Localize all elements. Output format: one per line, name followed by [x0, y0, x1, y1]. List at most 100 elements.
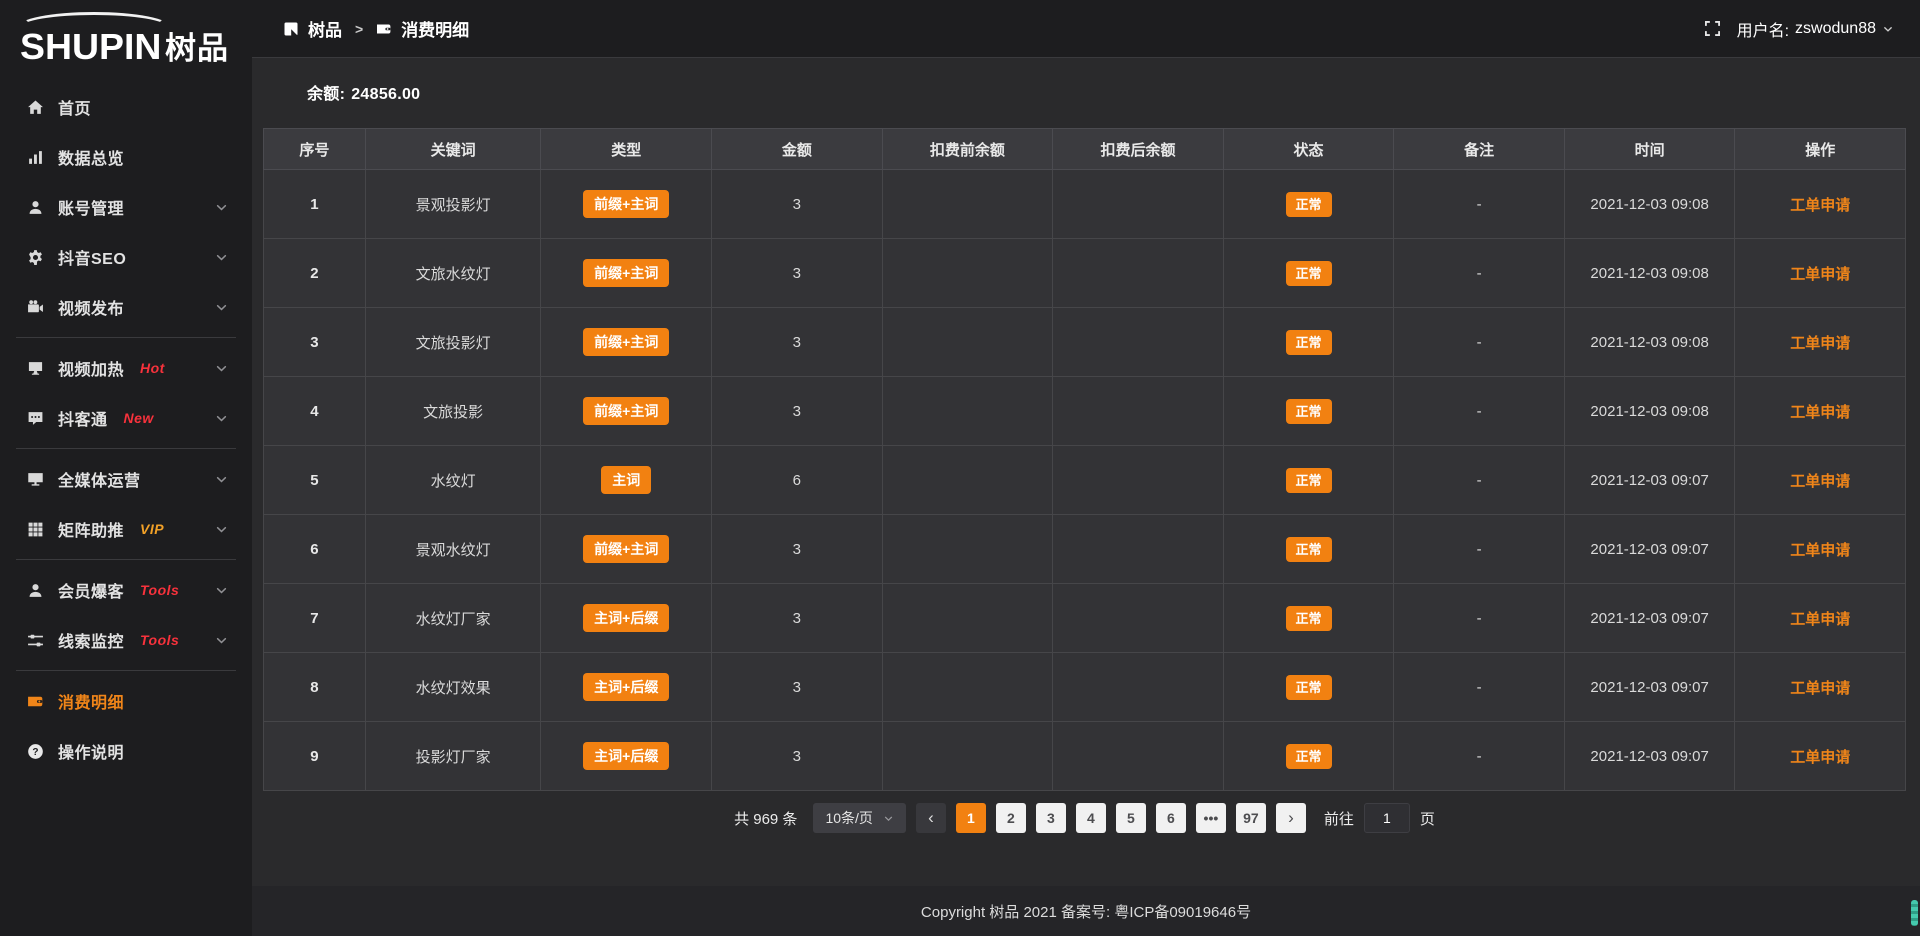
sidebar-item-label: 视频发布: [58, 295, 124, 319]
page-button-5[interactable]: 5: [1116, 803, 1146, 833]
breadcrumb-page[interactable]: 消费明细: [401, 16, 469, 41]
consumption-table: 序号关键词类型金额扣费前余额扣费后余额状态备注时间操作 1景观投影灯前缀+主词3…: [263, 128, 1906, 791]
ticket-apply-link[interactable]: 工单申请: [1790, 404, 1850, 421]
content: 余额:24856.00 序号关键词类型金额扣费前余额扣费后余额状态备注时间操作 …: [252, 58, 1920, 886]
ticket-apply-link[interactable]: 工单申请: [1790, 335, 1850, 352]
balance-after-redacted: [1053, 170, 1224, 239]
ticket-apply-link[interactable]: 工单申请: [1790, 749, 1850, 766]
time-cell: 2021-12-03 09:08: [1564, 377, 1735, 446]
sidebar-item-data-overview[interactable]: 数据总览: [0, 132, 252, 182]
page-button-97[interactable]: 97: [1236, 803, 1266, 833]
sidebar-item-member-burst[interactable]: 会员爆客 Tools: [0, 565, 252, 615]
action-cell: 工单申请: [1735, 722, 1906, 791]
row-index: 9: [264, 722, 366, 791]
sidebar-item-clue-monitor[interactable]: 线索监控Tools: [0, 615, 252, 665]
table-row: 6景观水纹灯前缀+主词3正常-2021-12-03 09:07工单申请: [264, 515, 1906, 584]
sidebar-item-douyin-seo[interactable]: 抖音SEO: [0, 232, 252, 282]
sidebar-item-account-manage[interactable]: 账号管理: [0, 182, 252, 232]
video-camera-icon: [27, 299, 46, 316]
page-button-4[interactable]: 4: [1076, 803, 1106, 833]
row-index: 3: [264, 308, 366, 377]
keyword-cell: 文旅投影灯: [365, 308, 541, 377]
footer: Copyright 树品 2021 备案号: 粤ICP备09019646号: [252, 886, 1920, 936]
ticket-apply-link[interactable]: 工单申请: [1790, 542, 1850, 559]
balance-before-redacted: [882, 446, 1053, 515]
chevron-down-icon: [215, 301, 228, 314]
sidebar-item-home[interactable]: 首页: [0, 82, 252, 132]
sidebar-item-consumption-detail[interactable]: 消费明细: [0, 676, 252, 726]
ticket-apply-link[interactable]: 工单申请: [1790, 611, 1850, 628]
main-area: 树品 > 消费明细 用户名: zswodun88 余额: 24856.00: [252, 0, 1920, 936]
page-button-1[interactable]: 1: [956, 803, 986, 833]
user-menu[interactable]: 用户名: zswodun88: [1737, 17, 1894, 41]
sidebar-item-media-operation[interactable]: 全媒体运营: [0, 454, 252, 504]
status-cell: 正常: [1223, 446, 1394, 515]
time-cell: 2021-12-03 09:07: [1564, 584, 1735, 653]
ticket-apply-link[interactable]: 工单申请: [1790, 473, 1850, 490]
status-badge: 正常: [1286, 744, 1332, 769]
sidebar-item-video-publish[interactable]: 视频发布: [0, 282, 252, 332]
balance: 余额: 24856.00: [307, 80, 1906, 104]
status-badge: 正常: [1286, 468, 1332, 493]
row-index: 4: [264, 377, 366, 446]
balance-after-redacted: [1053, 446, 1224, 515]
table-row: 9投影灯厂家主词+后缀3正常-2021-12-03 09:07工单申请: [264, 722, 1906, 791]
app-square-icon: [283, 21, 299, 37]
prev-page-button[interactable]: ‹: [916, 803, 946, 833]
chat-bubble-icon: [27, 410, 46, 427]
breadcrumb-separator: >: [355, 21, 363, 37]
more-pages-button[interactable]: •••: [1196, 803, 1226, 833]
breadcrumb: 树品 > 消费明细: [283, 16, 469, 41]
table-row: 3文旅投影灯前缀+主词3正常-2021-12-03 09:08工单申请: [264, 308, 1906, 377]
type-badge: 主词+后缀: [583, 673, 669, 701]
action-cell: 工单申请: [1735, 653, 1906, 722]
balance-after-redacted: [1053, 515, 1224, 584]
table-row: 1景观投影灯前缀+主词3正常-2021-12-03 09:08工单申请: [264, 170, 1906, 239]
balance-before-redacted: [882, 653, 1053, 722]
app-logo: SHUPIN 树品: [0, 6, 252, 78]
balance-after-redacted: [1053, 239, 1224, 308]
fullscreen-icon[interactable]: [1704, 20, 1721, 37]
sidebar-item-instructions[interactable]: ?操作说明: [0, 726, 252, 776]
chevron-down-icon: [883, 813, 894, 824]
page-button-6[interactable]: 6: [1156, 803, 1186, 833]
amount-cell: 3: [712, 653, 883, 722]
time-cell: 2021-12-03 09:07: [1564, 653, 1735, 722]
table-row: 4文旅投影前缀+主词3正常-2021-12-03 09:08工单申请: [264, 377, 1906, 446]
sidebar-item-label: 会员爆客: [58, 578, 124, 602]
remark-cell: -: [1394, 308, 1565, 377]
balance-label: 余额:: [307, 86, 345, 103]
page-button-3[interactable]: 3: [1036, 803, 1066, 833]
sidebar-item-label: 矩阵助推: [58, 517, 124, 541]
topbar: 树品 > 消费明细 用户名: zswodun88: [252, 0, 1920, 58]
page-button-2[interactable]: 2: [996, 803, 1026, 833]
sidebar-item-matrix-boost[interactable]: 矩阵助推VIP: [0, 504, 252, 554]
next-page-button[interactable]: ›: [1276, 803, 1306, 833]
amount-cell: 6: [712, 446, 883, 515]
amount-cell: 3: [712, 377, 883, 446]
topbar-right: 用户名: zswodun88: [1704, 17, 1894, 41]
type-cell: 主词+后缀: [541, 653, 712, 722]
column-header-1: 关键词: [365, 129, 541, 170]
table-row: 2文旅水纹灯前缀+主词3正常-2021-12-03 09:08工单申请: [264, 239, 1906, 308]
balance-value: 24856.00: [351, 86, 420, 103]
balance-before-redacted: [882, 308, 1053, 377]
monitor-icon: [27, 471, 46, 488]
sidebar-item-badge: Tools: [140, 582, 179, 598]
column-header-0: 序号: [264, 129, 366, 170]
sidebar-item-badge: Tools: [140, 632, 179, 648]
ticket-apply-link[interactable]: 工单申请: [1790, 197, 1850, 214]
goto-page-input[interactable]: [1364, 803, 1410, 833]
amount-cell: 3: [712, 170, 883, 239]
page-size-select[interactable]: 10条/页: [813, 803, 905, 833]
row-index: 7: [264, 584, 366, 653]
breadcrumb-app[interactable]: 树品: [308, 16, 342, 41]
balance-after-redacted: [1053, 584, 1224, 653]
status-badge: 正常: [1286, 192, 1332, 217]
ticket-apply-link[interactable]: 工单申请: [1790, 266, 1850, 283]
chevron-down-icon: [215, 473, 228, 486]
ticket-apply-link[interactable]: 工单申请: [1790, 680, 1850, 697]
sidebar-item-douketong[interactable]: 抖客通New: [0, 393, 252, 443]
sidebar-item-video-heat[interactable]: 视频加热Hot: [0, 343, 252, 393]
type-badge: 前缀+主词: [583, 259, 669, 287]
